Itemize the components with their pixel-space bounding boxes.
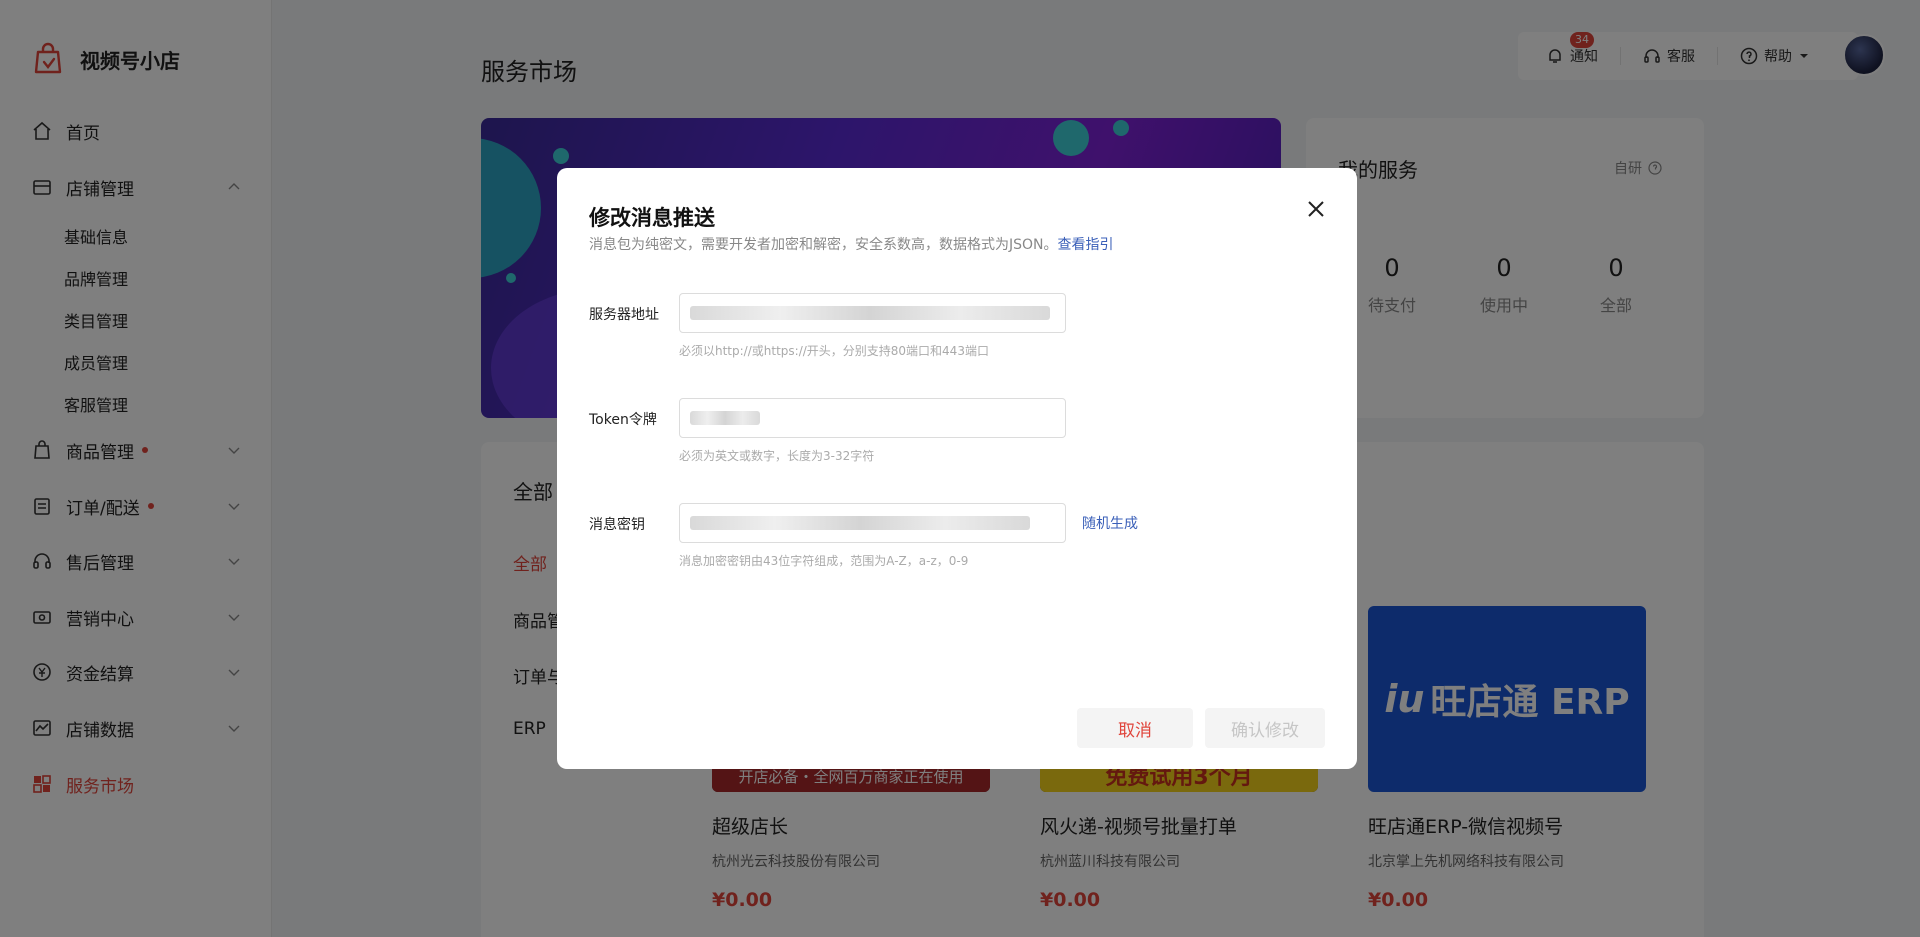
dialog-description-text: 消息包为纯密文，需要开发者加密和解密，安全系数高，数据格式为JSON。 [589, 237, 1058, 253]
token-input[interactable] [679, 398, 1066, 438]
dialog-title: 修改消息推送 [589, 206, 715, 230]
token-hint: 必须为英文或数字，长度为3-32字符 [679, 449, 875, 463]
redacted-value [690, 516, 1030, 530]
token-label: Token令牌 [589, 412, 657, 428]
server-url-input[interactable] [679, 293, 1066, 333]
dialog-description: 消息包为纯密文，需要开发者加密和解密，安全系数高，数据格式为JSON。查看指引 [589, 234, 1114, 254]
edit-message-push-dialog: 修改消息推送 消息包为纯密文，需要开发者加密和解密，安全系数高，数据格式为JSO… [557, 168, 1357, 769]
server-url-label: 服务器地址 [589, 307, 659, 323]
server-url-hint: 必须以http://或https://开头，分别支持80端口和443端口 [679, 344, 989, 358]
close-icon[interactable] [1305, 198, 1327, 220]
redacted-value [690, 411, 760, 425]
redacted-value [690, 306, 1050, 320]
message-key-label: 消息密钥 [589, 517, 645, 533]
view-guide-link[interactable]: 查看指引 [1058, 237, 1114, 253]
message-key-input[interactable] [679, 503, 1066, 543]
random-generate-link[interactable]: 随机生成 [1082, 513, 1138, 533]
confirm-edit-button[interactable]: 确认修改 [1205, 708, 1325, 748]
message-key-hint: 消息加密密钥由43位字符组成，范围为A-Z，a-z，0-9 [679, 554, 969, 568]
cancel-button[interactable]: 取消 [1077, 708, 1193, 748]
